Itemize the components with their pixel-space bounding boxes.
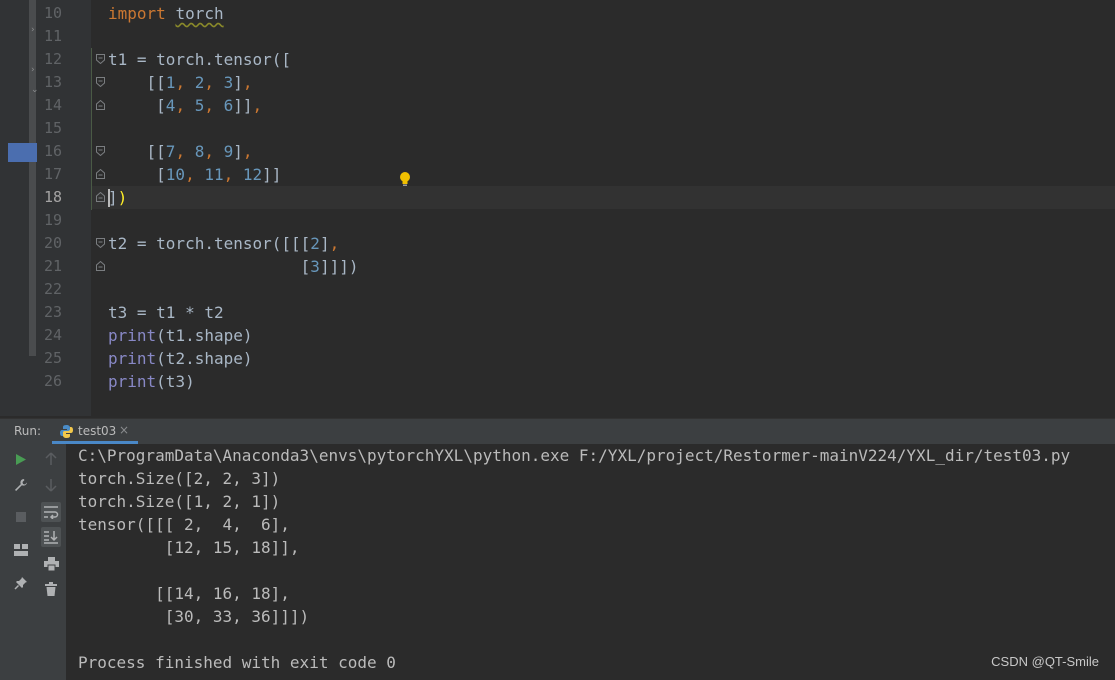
code-line[interactable]: 22 [0,278,1115,301]
console-line: torch.Size([1, 2, 1]) [78,492,281,511]
line-number: 13 [43,73,62,91]
code-text: t2 = torch.tensor([[[2], [108,234,340,253]
line-number: 16 [43,142,62,160]
soft-wrap-icon[interactable] [41,502,61,522]
code-text: print(t3) [108,372,195,391]
python-icon [60,425,73,438]
code-line[interactable]: 17 [10, 11, 12]] [0,163,1115,186]
line-number: 11 [43,27,62,45]
close-icon[interactable]: × [119,423,129,437]
code-line[interactable]: 11 [0,25,1115,48]
run-label: Run: [14,424,42,438]
code-line[interactable]: 10 import torch [0,2,1115,25]
code-text: t3 = t1 * t2 [108,303,224,322]
code-line[interactable]: 14 [4, 5, 6]], [0,94,1115,117]
line-number: 24 [43,326,62,344]
module-name: torch [175,4,224,23]
lightbulb-icon[interactable] [398,171,412,187]
console-exit-line: Process finished with exit code 0 [78,653,396,672]
line-number: 21 [43,257,62,275]
code-token: [ [281,50,292,69]
tab-test03[interactable]: test03 × [52,419,138,444]
code-line[interactable]: 25 print(t2.shape) [0,347,1115,370]
run-toolbar [0,444,38,680]
code-text: print(t1.shape) [108,326,253,345]
code-line[interactable]: 23 t3 = t1 * t2 [0,301,1115,324]
run-icon[interactable] [11,449,31,469]
line-number: 19 [43,211,62,229]
fold-end-icon[interactable] [96,261,105,271]
print-icon[interactable] [41,554,61,574]
line-number: 18 [43,188,62,206]
code-line[interactable]: 16 [[7, 8, 9], [0,140,1115,163]
code-text: [10, 11, 12]] [108,165,282,184]
console-line: [30, 33, 36]]]) [78,607,310,626]
layout-icon[interactable] [11,540,31,560]
keyword-import: import [108,4,166,23]
tab-label: test03 [78,424,117,438]
code-text: [[7, 8, 9], [108,142,253,161]
line-number: 22 [43,280,62,298]
wrench-icon[interactable] [11,475,31,495]
console-line: torch.Size([2, 2, 3]) [78,469,281,488]
fold-toggle-icon[interactable] [96,238,105,248]
code-line[interactable]: 18 ]) [0,186,1115,209]
code-token: t1 = torch.tensor( [108,50,282,69]
code-line[interactable]: 26 print(t3) [0,370,1115,393]
fold-end-icon[interactable] [96,100,105,110]
fold-toggle-icon[interactable] [96,77,105,87]
code-line[interactable]: 21 [3]]]) [0,255,1115,278]
code-line[interactable]: 20 t2 = torch.tensor([[[2], [0,232,1115,255]
watermark: CSDN @QT-Smile [991,654,1099,669]
arrow-down-icon[interactable] [41,475,61,495]
scroll-to-end-icon[interactable] [41,527,61,547]
line-number: 17 [43,165,62,183]
line-number: 15 [43,119,62,137]
code-line[interactable]: 15 [0,117,1115,140]
code-text: t1 = torch.tensor([ [108,48,291,71]
fold-end-icon[interactable] [96,192,105,202]
arrow-up-icon[interactable] [41,449,61,469]
code-text: ]) [108,188,128,207]
code-text: [4, 5, 6]], [108,96,263,115]
console-line: tensor([[[ 2, 4, 6], [78,515,290,534]
line-number: 10 [43,4,62,22]
console-line: [12, 15, 18]], [78,538,300,557]
code-text: print(t2.shape) [108,349,253,368]
pin-icon[interactable] [11,573,31,593]
code-text: [3]]]) [108,257,359,276]
code-editor[interactable]: › › ⌄ 10 import torch 11 12 t1 = torch.t… [0,0,1115,416]
code-line[interactable]: 12 t1 = torch.tensor([ [0,48,1115,71]
line-number: 14 [43,96,62,114]
fold-toggle-icon[interactable] [96,146,105,156]
line-number: 23 [43,303,62,321]
line-number: 12 [43,50,62,68]
text-cursor [108,189,110,207]
run-tool-header: Run: test03 × [0,418,1115,444]
stop-icon[interactable] [11,507,31,527]
fold-toggle-icon[interactable] [96,54,105,64]
line-number: 26 [43,372,62,390]
console-line: [[14, 16, 18], [78,584,290,603]
code-line[interactable]: 24 print(t1.shape) [0,324,1115,347]
console-line: C:\ProgramData\Anaconda3\envs\pytorchYXL… [78,446,1071,465]
fold-end-icon[interactable] [96,169,105,179]
code-line[interactable]: 19 [0,209,1115,232]
trash-icon[interactable] [41,579,61,599]
console-toolbar [37,444,67,680]
code-text: [[1, 2, 3], [108,73,253,92]
line-number: 25 [43,349,62,367]
line-number: 20 [43,234,62,252]
code-line[interactable]: 13 [[1, 2, 3], [0,71,1115,94]
code-text: import torch [108,2,224,25]
